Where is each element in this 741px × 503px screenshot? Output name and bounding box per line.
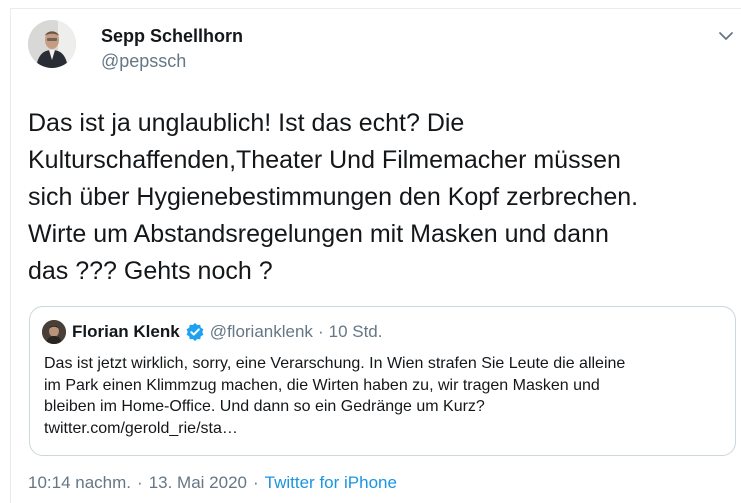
author-avatar[interactable]: [28, 20, 76, 68]
quoted-tweet-header: Florian Klenk @florianklenk · 10 Std.: [72, 322, 382, 342]
meta-separator: ·: [137, 473, 143, 492]
tweet-text-line: Kulturschaffenden,Theater Und Filmemache…: [28, 146, 621, 174]
quoted-text-line: bleiben im Home-Office. Und dann so ein …: [44, 398, 485, 415]
tweet-meta: 10:14 nachm. · 13. Mai 2020 · Twitter for iP…: [28, 473, 397, 493]
tweet-source-link[interactable]: Twitter for iPhone: [265, 473, 397, 492]
tweet-text: Das ist ja unglaublich! Ist das echt? Di…: [28, 105, 733, 290]
quoted-separator: ·: [317, 322, 324, 341]
verified-badge-icon: [185, 322, 205, 342]
tweet-text-line: Das ist ja unglaublich! Ist das echt? Di…: [28, 109, 465, 137]
quoted-author-name[interactable]: Florian Klenk: [72, 322, 180, 342]
author-name[interactable]: Sepp Schellhorn: [101, 26, 243, 47]
tweet-text-line: Wirte um Abstandsregelungen mit Masken u…: [28, 220, 609, 248]
chevron-down-icon[interactable]: [716, 26, 736, 46]
quoted-text-line: Das ist jetzt wirklich, sorry, eine Vera…: [44, 355, 626, 372]
quoted-text-line: im Park einen Klimmzug machen, die Wirte…: [44, 376, 600, 394]
quoted-tweet-text: Das ist jetzt wirklich, sorry, eine Vera…: [44, 353, 724, 439]
quoted-tweet[interactable]: Florian Klenk @florianklenk · 10 Std. Da…: [29, 306, 736, 456]
meta-separator: ·: [252, 473, 259, 492]
tweet-card: Sepp Schellhorn @pepssch Das ist ja ungl…: [10, 8, 741, 503]
quoted-timestamp[interactable]: 10 Std.: [329, 322, 383, 342]
quoted-text-link[interactable]: twitter.com/gerold_rie/sta…: [44, 418, 724, 440]
tweet-date[interactable]: 13. Mai 2020: [149, 473, 247, 492]
tweet-text-line: sich über Hygienebestimmungen den Kopf z…: [28, 183, 639, 211]
author-handle[interactable]: @pepssch: [101, 51, 186, 72]
quoted-author-handle[interactable]: @florianklenk: [210, 322, 313, 342]
tweet-text-line: das ??? Gehts noch ?: [28, 257, 273, 285]
quoted-author-avatar[interactable]: [42, 320, 66, 344]
tweet-time[interactable]: 10:14 nachm.: [28, 473, 131, 492]
